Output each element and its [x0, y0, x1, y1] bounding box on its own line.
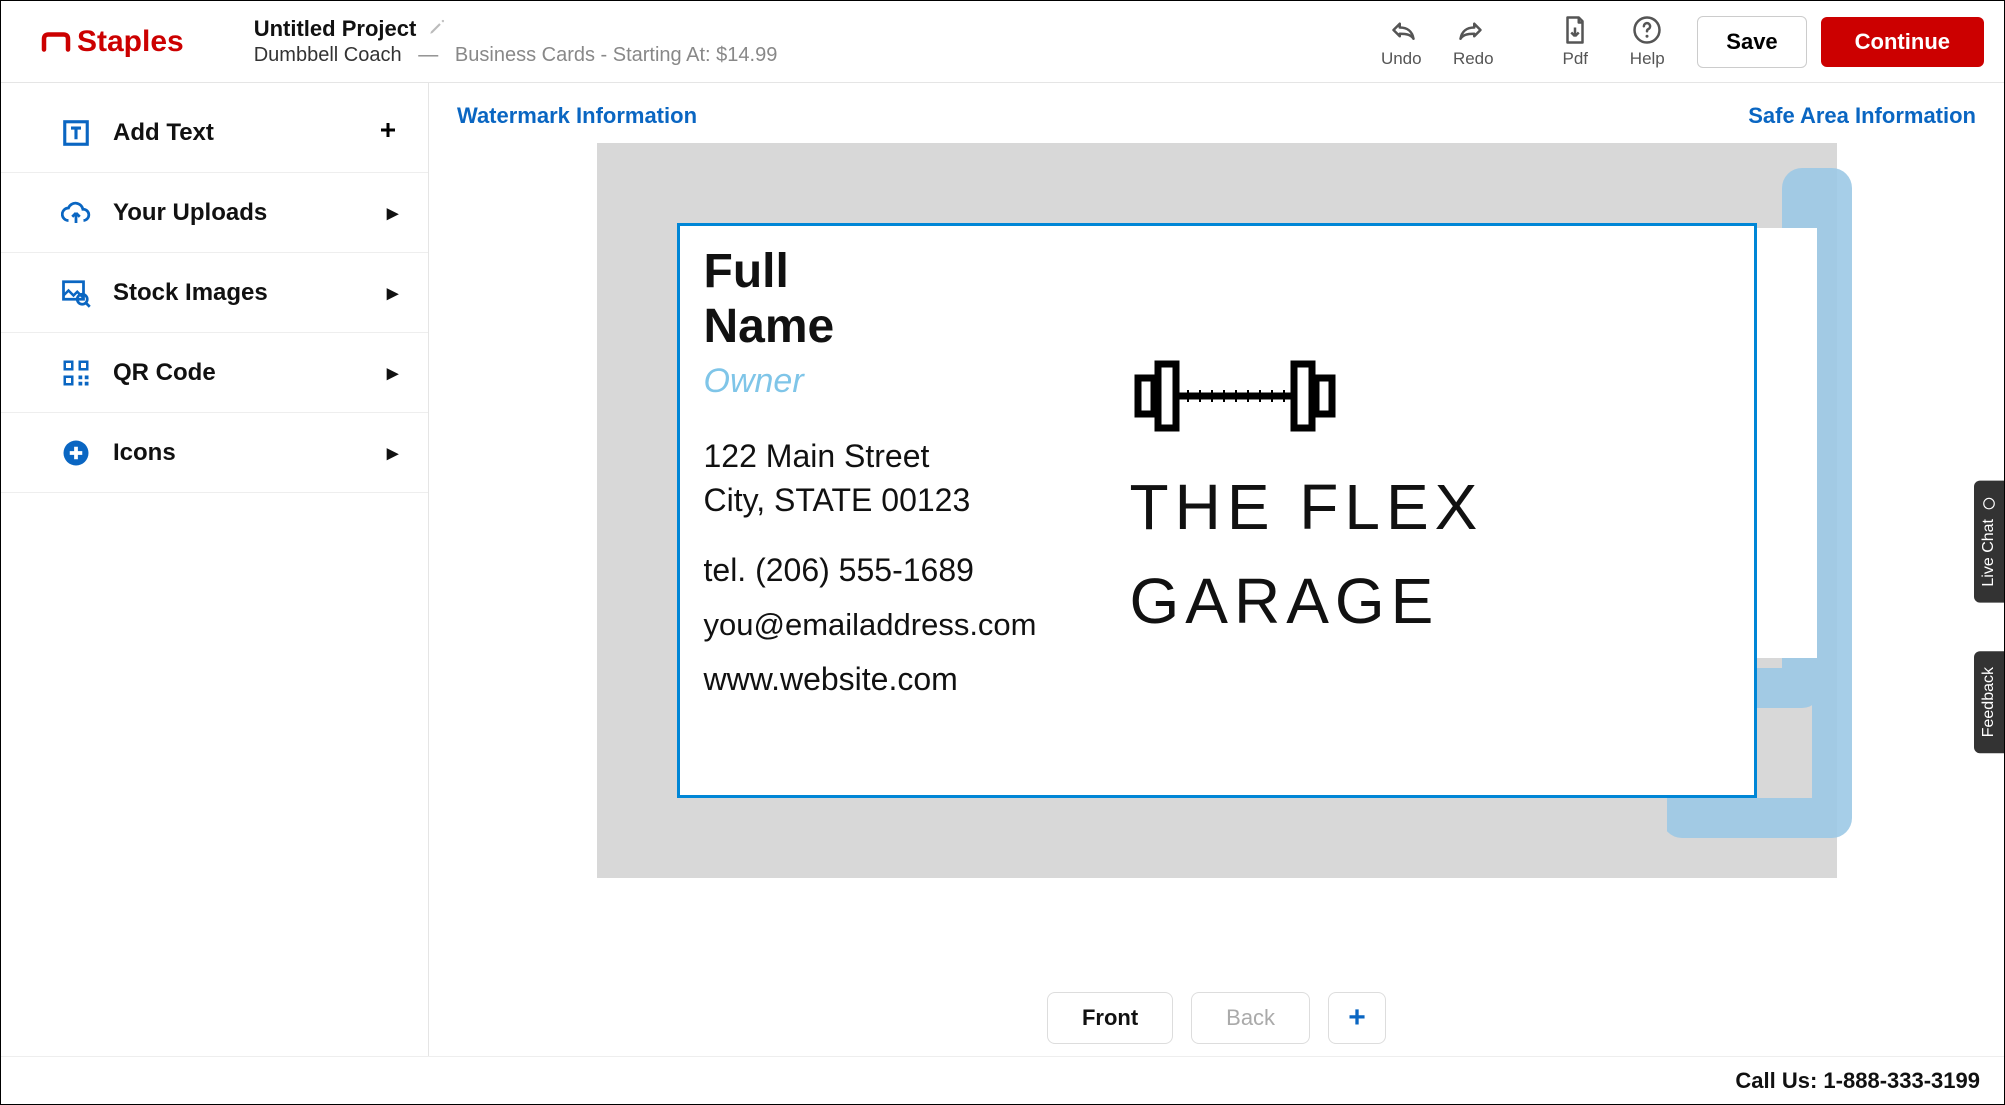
safe-area-info-link[interactable]: Safe Area Information	[1748, 103, 1976, 129]
sidebar-item-label: Add Text	[113, 119, 214, 147]
undo-icon	[1386, 15, 1416, 45]
chevron-right-icon: ▸	[387, 200, 398, 226]
card-brand-block[interactable]: THE FLEX GARAGE	[1130, 346, 1484, 638]
help-button[interactable]: Help	[1611, 15, 1683, 69]
dumbbell-icon	[1130, 346, 1340, 446]
add-page-button[interactable]: +	[1328, 992, 1386, 1044]
card-name-line1[interactable]: Full	[704, 244, 1730, 299]
undo-button[interactable]: Undo	[1365, 15, 1437, 69]
sidebar-item-uploads[interactable]: Your Uploads ▸	[1, 173, 428, 253]
call-us-text: Call Us: 1-888-333-3199	[1735, 1068, 1980, 1094]
footer: Call Us: 1-888-333-3199	[1, 1056, 2004, 1104]
pencil-icon[interactable]	[428, 18, 446, 41]
page-tabs: Front Back +	[449, 972, 1984, 1056]
text-icon	[59, 118, 93, 148]
sidebar-item-stock-images[interactable]: Stock Images ▸	[1, 253, 428, 333]
continue-button[interactable]: Continue	[1821, 17, 1984, 67]
pdf-button[interactable]: Pdf	[1539, 15, 1611, 69]
brand-line2[interactable]: GARAGE	[1130, 565, 1484, 639]
app-header: Staples Untitled Project Dumbbell Coach …	[1, 1, 2004, 83]
chevron-right-icon: ▸	[387, 440, 398, 466]
save-button[interactable]: Save	[1697, 16, 1806, 68]
chat-icon	[1982, 497, 1996, 511]
project-info: Untitled Project Dumbbell Coach — Busine…	[254, 16, 778, 67]
icons-icon	[59, 438, 93, 468]
redo-icon	[1458, 15, 1488, 45]
redo-button[interactable]: Redo	[1437, 15, 1509, 69]
help-icon	[1632, 15, 1662, 45]
sidebar-item-add-text[interactable]: Add Text	[1, 93, 428, 173]
live-chat-tab[interactable]: Live Chat	[1974, 481, 2004, 603]
plus-icon	[378, 120, 398, 146]
staples-logo-icon	[41, 31, 71, 53]
chevron-right-icon: ▸	[387, 360, 398, 386]
tab-back[interactable]: Back	[1191, 992, 1310, 1044]
sidebar-item-label: Your Uploads	[113, 199, 267, 227]
template-name: Dumbbell Coach	[254, 44, 402, 66]
watermark-info-link[interactable]: Watermark Information	[457, 103, 697, 129]
upload-icon	[59, 198, 93, 228]
feedback-tab[interactable]: Feedback	[1974, 651, 2004, 753]
sidebar-item-label: Icons	[113, 439, 176, 467]
card-website[interactable]: www.website.com	[704, 661, 1730, 698]
safe-area-frame: Full Name Owner 122 Main Street City, ST…	[677, 223, 1757, 798]
separator: —	[418, 44, 438, 66]
brand-name: Staples	[77, 25, 184, 59]
editor-main: Watermark Information Safe Area Informat…	[429, 83, 2004, 1056]
sidebar-item-qr-code[interactable]: QR Code ▸	[1, 333, 428, 413]
brand-logo[interactable]: Staples	[41, 25, 184, 59]
sidebar-item-label: QR Code	[113, 359, 216, 387]
tab-front[interactable]: Front	[1047, 992, 1173, 1044]
tool-sidebar: Add Text Your Uploads ▸ Stock Images ▸ Q…	[1, 83, 429, 1056]
qr-icon	[59, 358, 93, 388]
chevron-right-icon: ▸	[387, 280, 398, 306]
sidebar-item-icons[interactable]: Icons ▸	[1, 413, 428, 493]
pdf-icon	[1560, 15, 1590, 45]
image-search-icon	[59, 278, 93, 308]
design-canvas[interactable]: Full Name Owner 122 Main Street City, ST…	[597, 143, 1837, 878]
brand-line1[interactable]: THE FLEX	[1130, 471, 1484, 545]
sidebar-item-label: Stock Images	[113, 279, 268, 307]
product-line: Business Cards - Starting At: $14.99	[455, 44, 777, 66]
project-title[interactable]: Untitled Project	[254, 16, 417, 42]
